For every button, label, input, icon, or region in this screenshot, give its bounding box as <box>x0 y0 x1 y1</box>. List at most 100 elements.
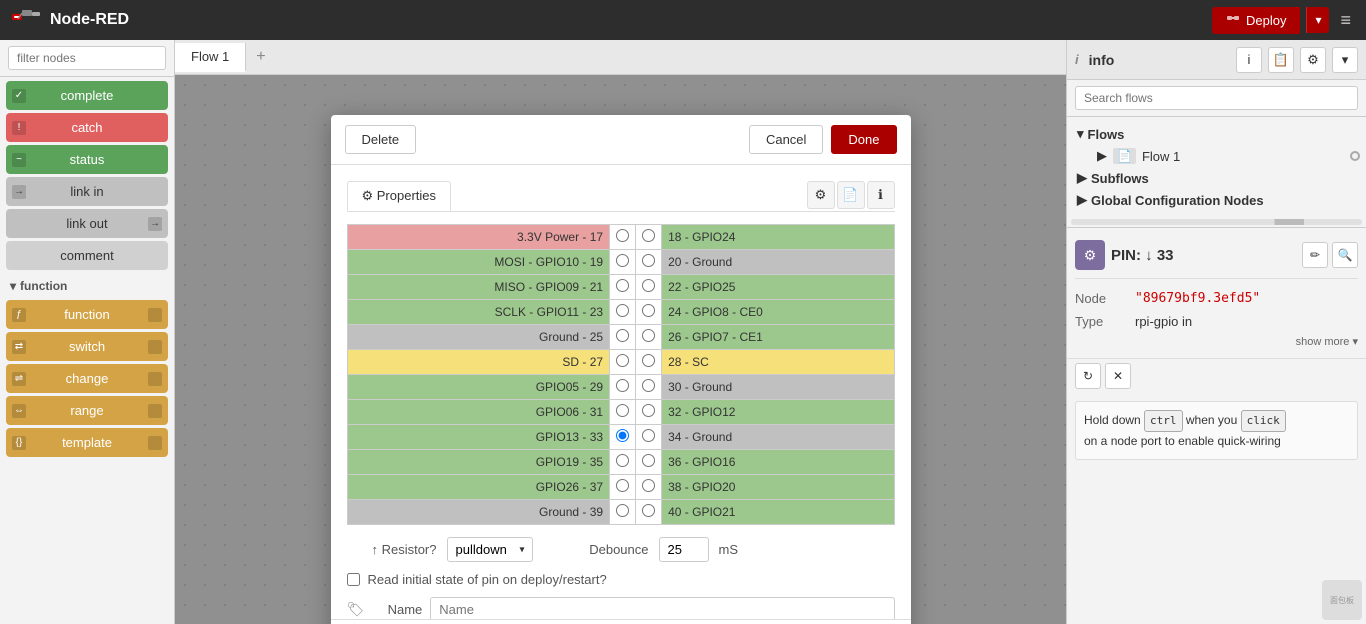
pin-left-radio[interactable] <box>610 325 636 350</box>
cancel-button[interactable]: Cancel <box>749 125 823 154</box>
name-input[interactable] <box>430 597 894 619</box>
resistor-row: ↑ Resistor? pulldown pullup none Debounc… <box>347 537 895 562</box>
pin-left-radio[interactable] <box>610 300 636 325</box>
info-refresh-btn[interactable]: ↻ <box>1075 363 1101 389</box>
delete-button[interactable]: Delete <box>345 125 417 154</box>
pin-left-radio[interactable] <box>610 450 636 475</box>
info-tab-edit-btn[interactable]: 📋 <box>1268 47 1294 73</box>
pin-right-radio[interactable] <box>636 225 662 250</box>
pin-left-label: GPIO05 - 29 <box>347 375 610 400</box>
show-more-link[interactable]: show more ▾ <box>1075 333 1358 350</box>
pin-right-label: 32 - GPIO12 <box>662 400 894 425</box>
pin-left-radio[interactable] <box>610 375 636 400</box>
node-item-link-out[interactable]: link out → <box>6 209 168 238</box>
canvas-content[interactable]: ⚙ PIN: ↓ 33 0 ⚙ Delete Cancel <box>175 75 1066 624</box>
gpio-pin-row: GPIO26 - 37 38 - GPIO20 <box>347 475 894 500</box>
pin-right-radio[interactable] <box>636 475 662 500</box>
hamburger-menu-icon[interactable]: ≡ <box>1335 5 1356 36</box>
tab-icon-info[interactable]: ℹ <box>867 181 895 209</box>
node-right-port <box>148 308 162 322</box>
node-item-status[interactable]: ~ status <box>6 145 168 174</box>
info-close-btn[interactable]: ✕ <box>1105 363 1131 389</box>
node-item-function[interactable]: ƒ function <box>6 300 168 329</box>
global-config-section-label[interactable]: ▶ Global Configuration Nodes <box>1071 189 1362 211</box>
flows-section-label[interactable]: ▾ Flows <box>1071 123 1362 145</box>
pin-left-radio[interactable] <box>610 475 636 500</box>
pin-right-radio[interactable] <box>636 350 662 375</box>
node-label: comment <box>60 248 113 263</box>
tree-child-inner: ▶ 📄 Flow 1 <box>1095 145 1362 167</box>
info-search <box>1067 80 1366 117</box>
gpio-pin-table: 3.3V Power - 17 18 - GPIO24 MOSI - GPIO1… <box>347 224 895 525</box>
pin-right-radio[interactable] <box>636 275 662 300</box>
pin-right-radio[interactable] <box>636 425 662 450</box>
info-scrollbar[interactable] <box>1071 219 1362 225</box>
resistor-select[interactable]: pulldown pullup none <box>447 537 533 562</box>
node-item-template[interactable]: {} template <box>6 428 168 457</box>
modal-body: ⚙ Properties ⚙ 📄 ℹ 3.3V Power <box>331 165 911 619</box>
pin-right-label: 26 - GPIO7 - CE1 <box>662 325 894 350</box>
deploy-dropdown-button[interactable]: ▾ <box>1306 7 1329 33</box>
pin-right-radio[interactable] <box>636 300 662 325</box>
pin-right-label: 22 - GPIO25 <box>662 275 894 300</box>
pin-right-radio[interactable] <box>636 450 662 475</box>
modal-tab-icons: ⚙ 📄 ℹ <box>807 181 895 211</box>
read-initial-checkbox[interactable] <box>347 573 360 586</box>
pin-left-label: SD - 27 <box>347 350 610 375</box>
pin-right-radio[interactable] <box>636 400 662 425</box>
pin-left-radio[interactable] <box>610 350 636 375</box>
deploy-button[interactable]: Deploy <box>1212 7 1300 34</box>
section-function-label[interactable]: ▾ function <box>0 273 174 297</box>
node-item-switch[interactable]: ⇄ switch <box>6 332 168 361</box>
pin-right-radio[interactable] <box>636 325 662 350</box>
tab-icon-doc[interactable]: 📄 <box>837 181 865 209</box>
resistor-select-wrapper: pulldown pullup none <box>447 537 533 562</box>
node-item-complete[interactable]: ✓ complete <box>6 81 168 110</box>
pin-right-radio[interactable] <box>636 375 662 400</box>
node-item-comment[interactable]: comment <box>6 241 168 270</box>
tab-flow1[interactable]: Flow 1 <box>175 43 246 72</box>
node-detail-search-btn[interactable]: 🔍 <box>1332 242 1358 268</box>
gpio-pin-row: MISO - GPIO09 - 21 22 - GPIO25 <box>347 275 894 300</box>
gpio-pin-row: GPIO13 - 33 34 - Ground <box>347 425 894 450</box>
read-initial-label: Read initial state of pin on deploy/rest… <box>368 572 607 587</box>
pin-right-label: 40 - GPIO21 <box>662 500 894 525</box>
node-label: complete <box>61 88 114 103</box>
tab-properties[interactable]: ⚙ Properties <box>347 181 452 211</box>
node-left-port: ⇄ <box>12 340 26 354</box>
node-label: change <box>66 371 109 386</box>
info-panel-collapse-btn[interactable]: ▾ <box>1332 47 1358 73</box>
filter-nodes-input[interactable] <box>8 46 166 70</box>
node-item-range[interactable]: ⇔ range <box>6 396 168 425</box>
tab-icon-settings[interactable]: ⚙ <box>807 181 835 209</box>
info-tab-info-btn[interactable]: i <box>1236 47 1262 73</box>
info-help-box: Hold down ctrl when you click on a node … <box>1075 401 1358 460</box>
node-right-port <box>148 436 162 450</box>
pin-left-radio[interactable] <box>610 400 636 425</box>
pin-left-radio[interactable] <box>610 275 636 300</box>
node-detail-edit-btn[interactable]: ✏ <box>1302 242 1328 268</box>
tab-add-button[interactable]: + <box>246 42 275 72</box>
sidebar-nodes: ✓ complete ! catch ~ status → link in li… <box>0 40 175 624</box>
pin-left-radio[interactable] <box>610 250 636 275</box>
done-button[interactable]: Done <box>831 125 896 154</box>
info-tab-config-btn[interactable]: ⚙ <box>1300 47 1326 73</box>
flow1-file-icon: 📄 <box>1113 148 1136 164</box>
pin-left-radio[interactable] <box>610 425 636 450</box>
debounce-label: Debounce <box>559 542 649 557</box>
subflows-chevron-icon: ▶ <box>1077 170 1087 186</box>
node-item-catch[interactable]: ! catch <box>6 113 168 142</box>
node-item-change[interactable]: ⇌ change <box>6 364 168 393</box>
deploy-icon <box>1226 13 1240 27</box>
debounce-input[interactable] <box>659 537 709 562</box>
pin-left-radio[interactable] <box>610 225 636 250</box>
pin-left-radio[interactable] <box>610 500 636 525</box>
info-search-input[interactable] <box>1075 86 1358 110</box>
modal-primary-actions: Cancel Done <box>749 125 897 154</box>
pin-right-radio[interactable] <box>636 250 662 275</box>
tree-item-flow1[interactable]: ▶ 📄 Flow 1 <box>1071 145 1362 167</box>
node-item-link-in[interactable]: → link in <box>6 177 168 206</box>
subflows-section-label[interactable]: ▶ Subflows <box>1071 167 1362 189</box>
modal-footer: Enabled <box>331 619 911 624</box>
pin-right-radio[interactable] <box>636 500 662 525</box>
